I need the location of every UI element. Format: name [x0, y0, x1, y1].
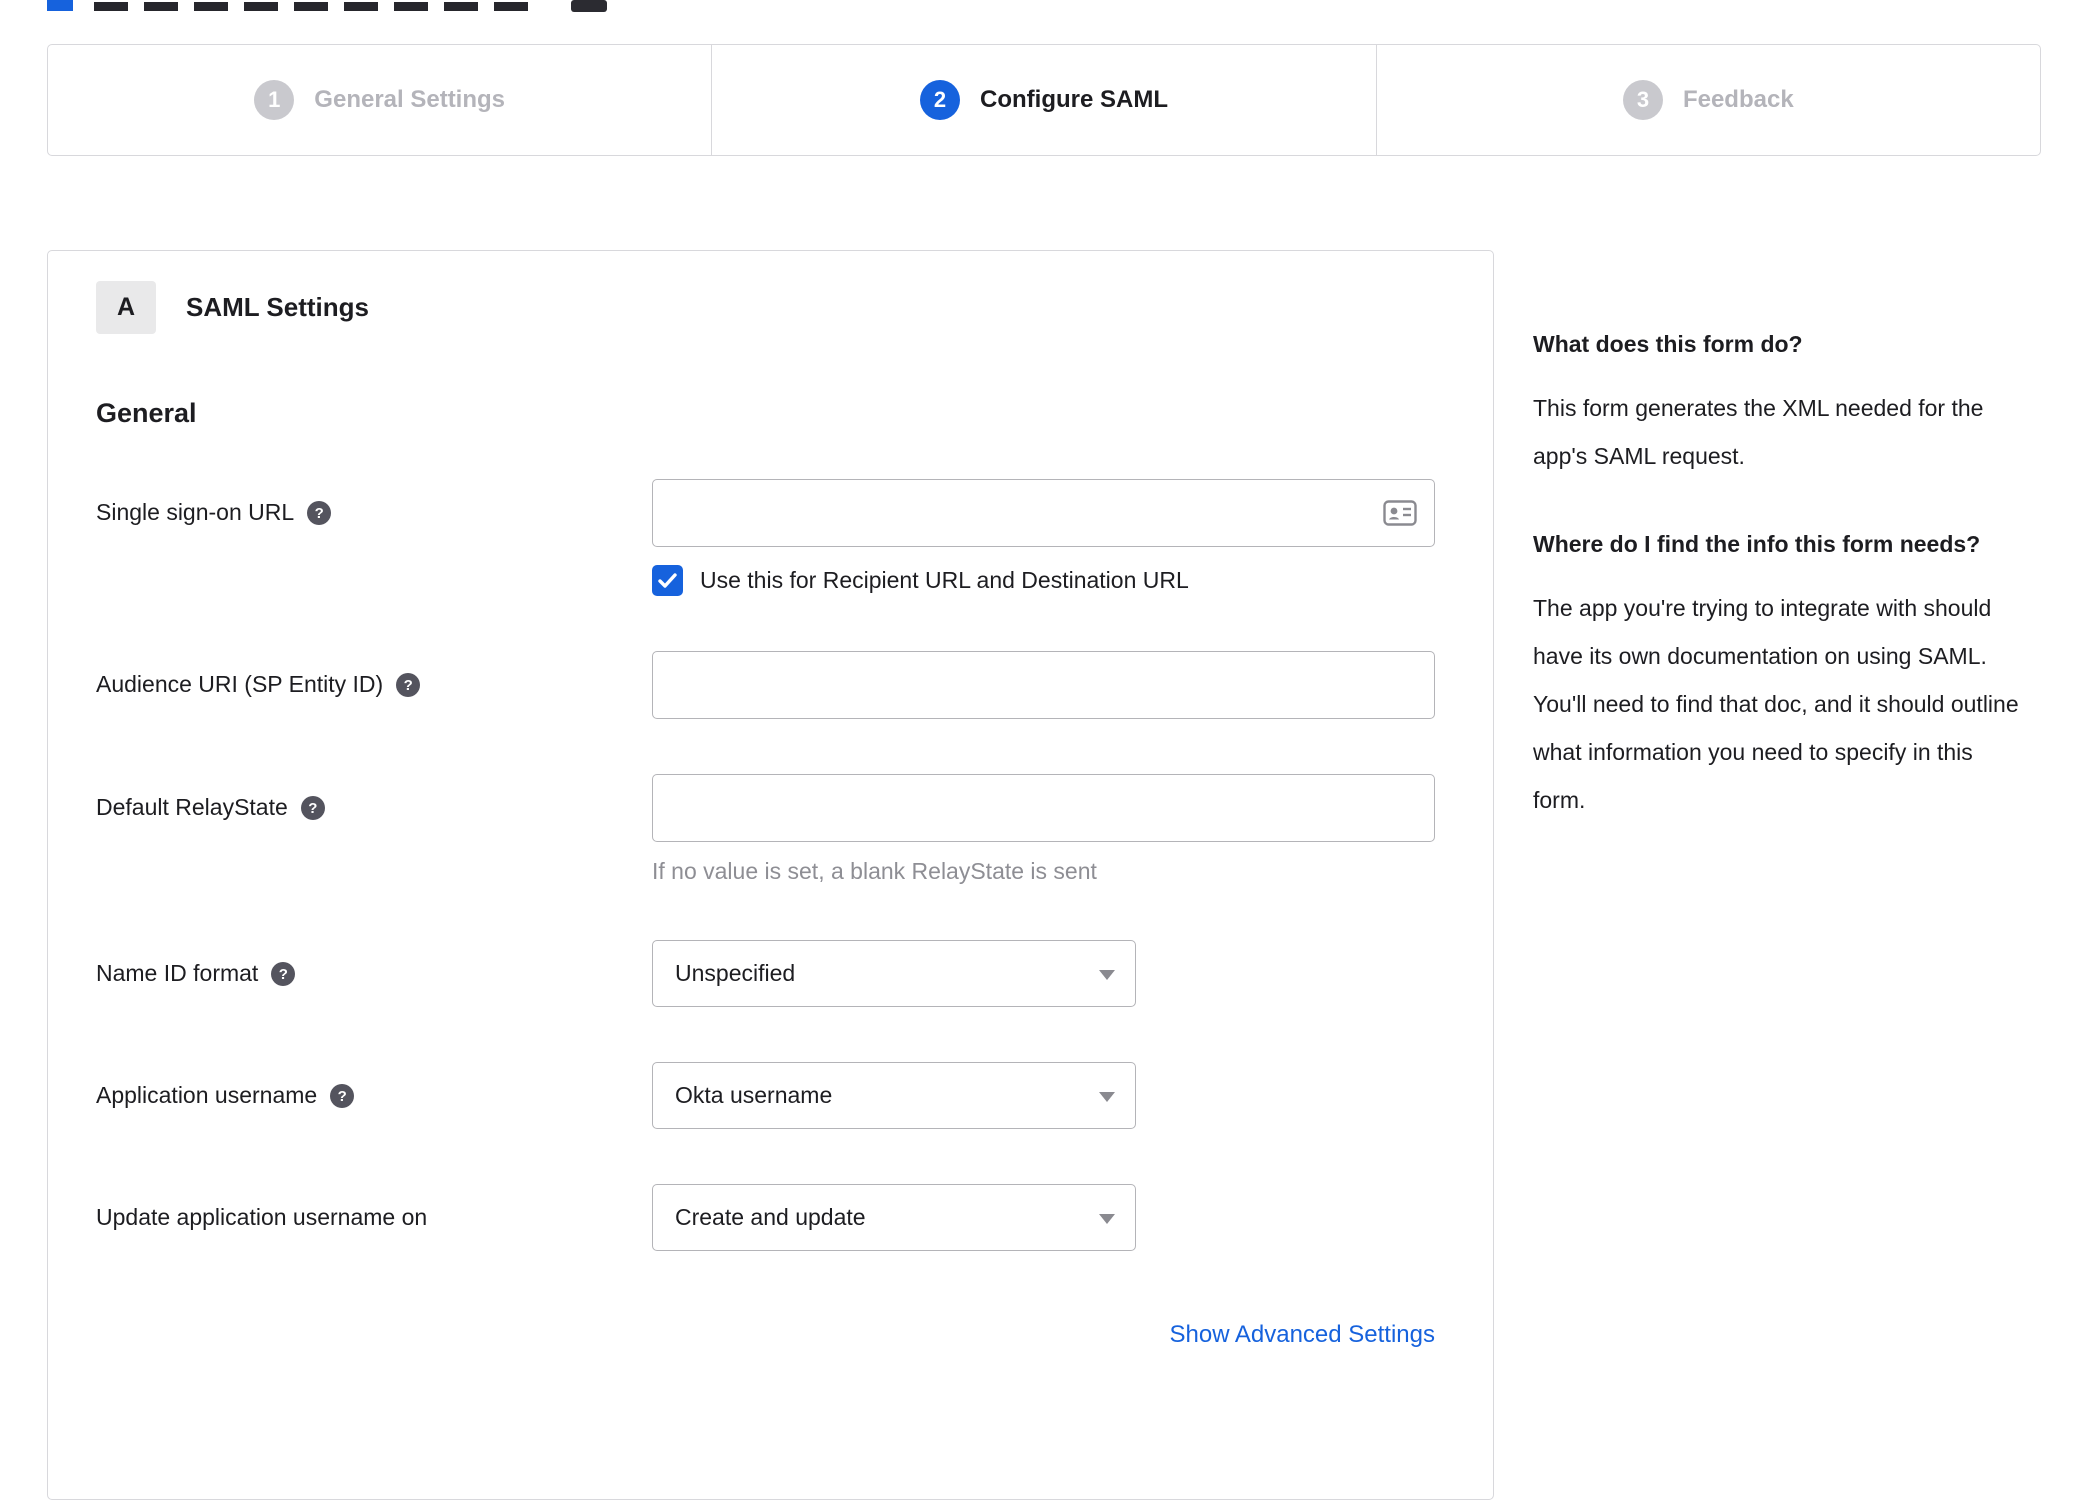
selected-value: Create and update	[675, 1204, 866, 1230]
help-answer-2: The app you're trying to integrate with …	[1533, 595, 2019, 813]
step-label: Configure SAML	[980, 86, 1168, 113]
help-icon[interactable]: ?	[330, 1084, 355, 1108]
field-label-wrap: Application username ?	[96, 1062, 652, 1129]
relaystate-input[interactable]	[652, 774, 1435, 842]
chevron-down-icon	[1099, 1213, 1115, 1224]
application-username-select[interactable]: Okta username	[652, 1062, 1136, 1129]
field-label-wrap: Update application username on	[96, 1184, 652, 1251]
application-username-row: Application username ? Okta username	[96, 1062, 1493, 1129]
step-number-badge: 3	[1622, 80, 1663, 120]
help-question-2: Where do I find the info this form needs…	[1533, 531, 1981, 557]
field-label-wrap: Audience URI (SP Entity ID) ?	[96, 651, 652, 719]
cropped-icon-fragment	[571, 0, 607, 12]
cropped-title-fragment	[94, 2, 534, 11]
section-a-badge: A	[96, 281, 156, 334]
step-number-badge: 2	[920, 80, 960, 120]
general-section-heading: General	[96, 398, 197, 428]
chevron-down-icon	[1099, 969, 1115, 980]
help-answer-1: This form generates the XML needed for t…	[1533, 395, 1984, 469]
sso-url-label: Single sign-on URL	[96, 499, 295, 525]
step-number-badge: 1	[254, 80, 295, 120]
update-username-row: Update application username on Create an…	[96, 1184, 1493, 1251]
recipient-url-checkbox-label: Use this for Recipient URL and Destinati…	[700, 567, 1189, 593]
help-sidebar: What does this form do? This form genera…	[1533, 322, 2019, 866]
chevron-down-icon	[1099, 1091, 1115, 1102]
checkmark-icon	[658, 573, 677, 588]
name-id-format-row: Name ID format ? Unspecified	[96, 940, 1493, 1007]
relaystate-label: Default RelayState	[96, 794, 288, 820]
update-username-label: Update application username on	[96, 1204, 428, 1230]
card-header: A SAML Settings	[96, 281, 1493, 334]
relaystate-row: Default RelayState ? If no value is set,…	[96, 774, 1493, 885]
audience-uri-row: Audience URI (SP Entity ID) ?	[96, 651, 1493, 719]
help-icon[interactable]: ?	[396, 673, 421, 697]
advanced-settings-row: Show Advanced Settings	[96, 1321, 1435, 1349]
saml-settings-card: A SAML Settings General Single sign-on U…	[47, 250, 1494, 1500]
field-label-wrap: Name ID format ?	[96, 940, 652, 1007]
audience-uri-input[interactable]	[652, 651, 1435, 719]
cropped-page-header	[0, 0, 2092, 14]
step-feedback[interactable]: 3 Feedback	[1377, 45, 2040, 155]
card-title: SAML Settings	[186, 292, 369, 322]
cropped-title-fragment	[47, 0, 73, 11]
relaystate-hint: If no value is set, a blank RelayState i…	[652, 858, 1097, 884]
recipient-url-checkbox[interactable]	[652, 565, 683, 596]
update-username-select[interactable]: Create and update	[652, 1184, 1136, 1251]
selected-value: Unspecified	[675, 960, 796, 986]
field-label-wrap: Single sign-on URL ?	[96, 479, 652, 596]
sso-url-row: Single sign-on URL ? Use this for Recipi…	[96, 479, 1493, 596]
name-id-format-label: Name ID format	[96, 960, 259, 986]
help-question-1: What does this form do?	[1533, 331, 1803, 357]
application-username-label: Application username	[96, 1082, 318, 1108]
name-id-format-select[interactable]: Unspecified	[652, 940, 1136, 1007]
audience-uri-label: Audience URI (SP Entity ID)	[96, 671, 384, 697]
selected-value: Okta username	[675, 1082, 833, 1108]
contact-autofill-icon[interactable]	[1383, 500, 1417, 526]
field-label-wrap: Default RelayState ?	[96, 774, 652, 885]
step-general-settings[interactable]: 1 General Settings	[48, 45, 713, 155]
wizard-stepper: 1 General Settings 2 Configure SAML 3 Fe…	[47, 44, 2041, 156]
step-label: Feedback	[1682, 86, 1794, 113]
help-icon[interactable]: ?	[300, 796, 325, 820]
help-icon[interactable]: ?	[271, 962, 296, 986]
show-advanced-settings-link[interactable]: Show Advanced Settings	[1169, 1321, 1435, 1348]
help-icon[interactable]: ?	[307, 501, 332, 525]
step-configure-saml[interactable]: 2 Configure SAML	[712, 45, 1377, 155]
step-label: General Settings	[314, 86, 506, 113]
sso-url-input[interactable]	[652, 479, 1435, 547]
